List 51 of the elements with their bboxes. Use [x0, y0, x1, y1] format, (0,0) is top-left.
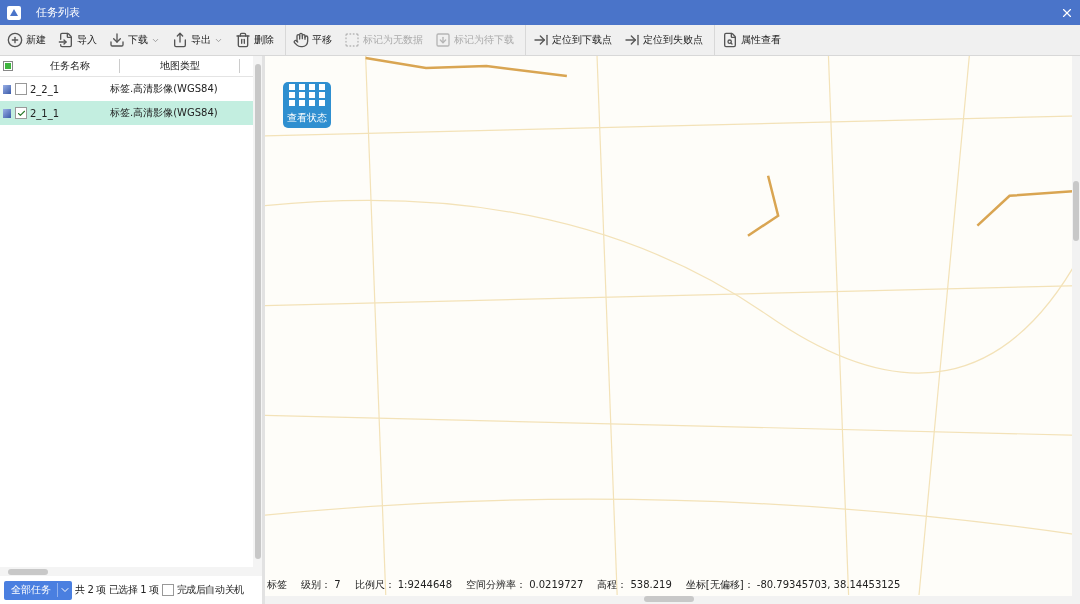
toolbar-button[interactable]: 导出: [169, 30, 226, 50]
horizontal-scrollbar[interactable]: [0, 567, 262, 576]
auto-shutdown-label: 完成后自动关机: [176, 583, 244, 597]
map-horizontal-scrollbar[interactable]: [265, 596, 1072, 604]
selected-count: 已选择 1 项: [108, 583, 159, 597]
toolbar-button[interactable]: 平移: [290, 30, 335, 50]
map-type: 标签.高清影像(WGS84): [110, 82, 219, 96]
column-header[interactable]: 地图类型: [120, 59, 240, 73]
cube-icon: [3, 84, 11, 94]
hand-icon: [293, 32, 309, 48]
arrow-to-line-icon: [624, 32, 640, 48]
arrow-to-line-icon: [533, 32, 549, 48]
column-header[interactable]: 任务名称: [20, 59, 120, 73]
map-vertical-scrollbar[interactable]: [1072, 56, 1080, 604]
toolbar-button[interactable]: 删除: [232, 30, 277, 50]
grid-icon: [288, 84, 326, 108]
toolbar-button[interactable]: 导入: [55, 30, 100, 50]
document-search-icon: [722, 32, 738, 48]
task-name: 2_1_1: [30, 107, 61, 119]
download-icon: [109, 32, 125, 48]
filter-dropdown-button[interactable]: 全部任务: [4, 580, 72, 600]
view-status-button[interactable]: 查看状态: [283, 82, 331, 128]
window-title: 任务列表: [36, 5, 81, 20]
toolbar-button[interactable]: 属性查看: [719, 30, 784, 50]
total-count: 共 2 项: [75, 583, 106, 597]
task-row[interactable]: 2_2_1 标签.高清影像(WGS84): [0, 77, 253, 101]
map-type: 标签.高清影像(WGS84): [110, 106, 219, 120]
dashed-square-icon: [344, 32, 360, 48]
toolbar-button[interactable]: 下载: [106, 30, 163, 50]
status-text: 级别： 7: [301, 578, 341, 592]
task-row[interactable]: 2_1_1 标签.高清影像(WGS84): [0, 101, 253, 125]
toolbar-button[interactable]: 定位到失败点: [621, 30, 706, 50]
row-checkbox[interactable]: [15, 107, 27, 119]
import-icon: [58, 32, 74, 48]
share-icon: [172, 32, 188, 48]
task-name: 2_2_1: [30, 83, 61, 95]
status-text: 坐标[无偏移]： -80.79345703, 38.14453125: [685, 578, 901, 592]
row-checkbox[interactable]: [15, 83, 27, 95]
vertical-scrollbar[interactable]: [253, 56, 262, 567]
app-icon: [6, 4, 22, 21]
toolbar-button[interactable]: 新建: [4, 30, 49, 50]
status-text: 比例尺： 1:9244648: [354, 578, 452, 592]
cube-icon: [3, 108, 11, 118]
auto-shutdown-checkbox[interactable]: [161, 584, 174, 596]
status-text: 空间分辨率： 0.0219727: [466, 578, 584, 592]
select-all-checkbox[interactable]: [3, 61, 13, 71]
toolbar-button[interactable]: 定位到下载点: [530, 30, 615, 50]
status-text: 标签: [267, 578, 287, 592]
trash-icon: [235, 32, 251, 48]
plus-circle-icon: [7, 32, 23, 48]
status-text: 高程： 538.219: [597, 578, 672, 592]
